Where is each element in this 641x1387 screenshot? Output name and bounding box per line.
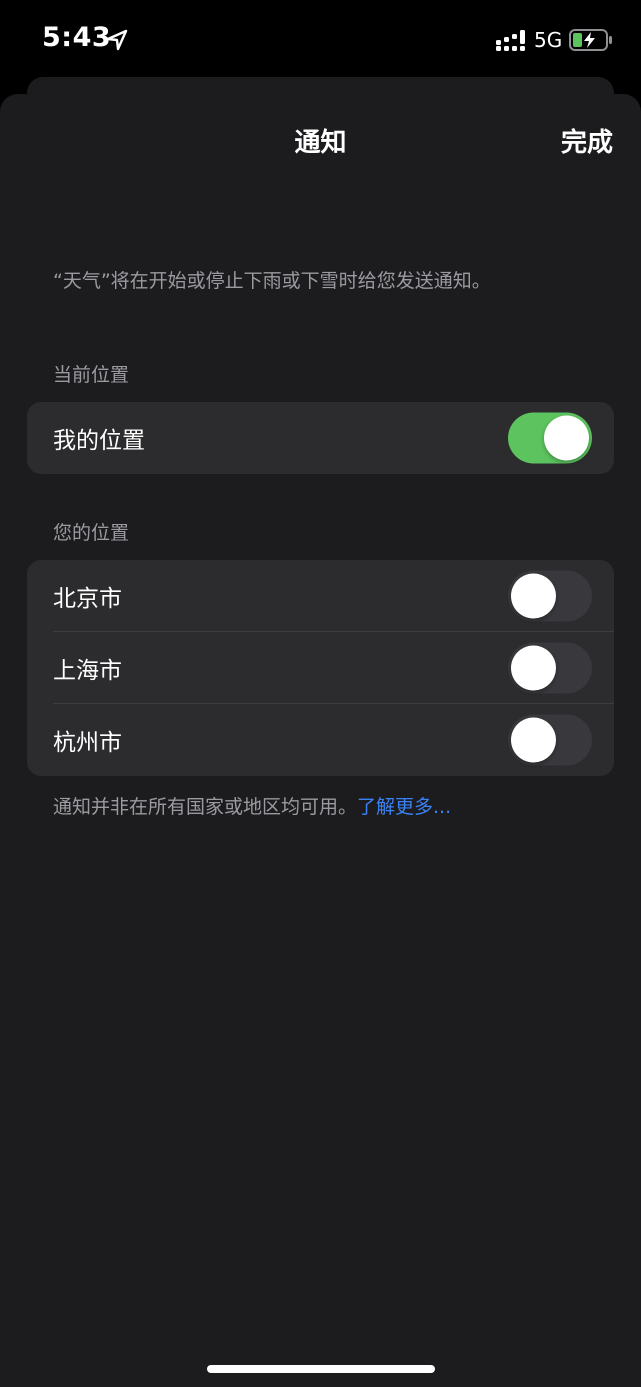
shanghai-toggle[interactable] (508, 642, 592, 694)
footer-note: 通知并非在所有国家或地区均可用。了解更多... (53, 792, 451, 819)
section-header-current-location: 当前位置 (53, 364, 130, 386)
status-time: 5:43 (42, 22, 112, 53)
description-text: “天气”将在开始或停止下雨或下雪时给您发送通知。 (53, 270, 491, 292)
network-label: 5G (534, 28, 563, 52)
row-label: 杭州市 (53, 730, 122, 756)
hangzhou-toggle[interactable] (508, 714, 592, 766)
your-locations-group: 北京市 上海市 杭州市 (27, 560, 614, 776)
list-item-my-location: 我的位置 (27, 402, 614, 474)
page-title: 通知 (294, 128, 347, 158)
row-label: 北京市 (53, 586, 122, 612)
toggle-knob (511, 573, 556, 619)
toggle-knob (544, 415, 589, 461)
list-item-shanghai: 上海市 (27, 632, 614, 704)
screen: 5:43 5G 通知 完成 “天气”将在开始或停止下雨或下雪时给您发送通知。 当… (0, 0, 641, 1387)
location-arrow-icon (106, 29, 128, 51)
list-item-beijing: 北京市 (27, 560, 614, 632)
signal-icon (496, 30, 525, 51)
home-indicator[interactable] (207, 1365, 435, 1373)
current-location-group: 我的位置 (27, 402, 614, 474)
my-location-toggle[interactable] (508, 412, 592, 464)
beijing-toggle[interactable] (508, 570, 592, 622)
toggle-knob (511, 717, 556, 763)
learn-more-link[interactable]: 了解更多... (357, 796, 451, 818)
list-item-hangzhou: 杭州市 (27, 704, 614, 776)
toggle-knob (511, 645, 556, 691)
status-bar: 5:43 5G (0, 0, 641, 80)
done-button[interactable]: 完成 (561, 122, 613, 159)
row-label: 我的位置 (53, 428, 145, 454)
row-label: 上海市 (53, 658, 122, 684)
battery-charging-icon (569, 29, 612, 51)
footer-note-text: 通知并非在所有国家或地区均可用。 (53, 796, 358, 818)
section-header-your-locations: 您的位置 (53, 522, 130, 544)
